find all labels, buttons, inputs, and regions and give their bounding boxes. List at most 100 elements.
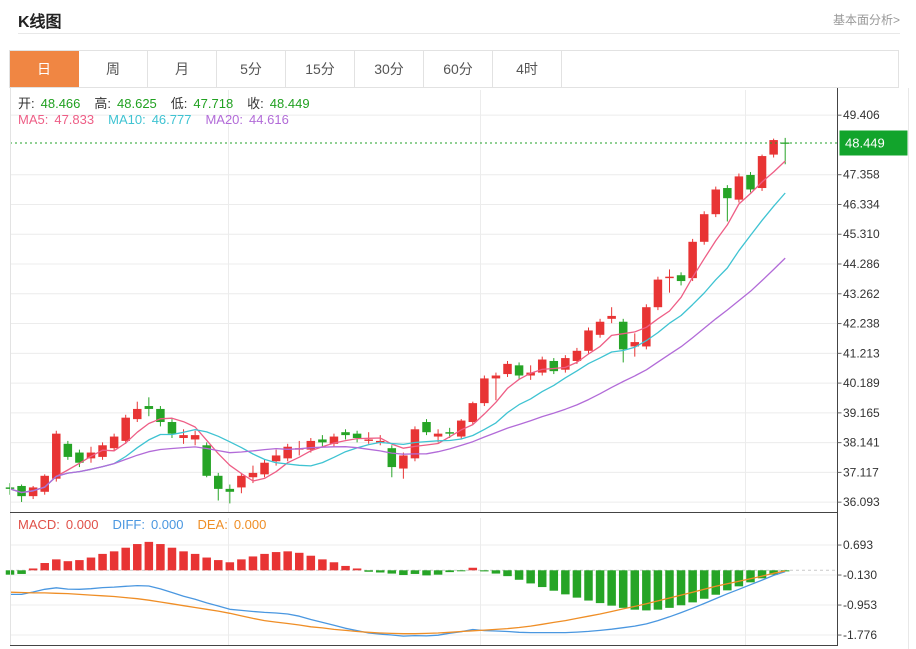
candle [341, 432, 350, 435]
ma20-line [10, 258, 785, 492]
macd-hist-bar [64, 561, 73, 570]
candle [665, 277, 674, 278]
candle [700, 214, 709, 242]
candle [769, 140, 778, 155]
candle [214, 476, 223, 489]
candle [179, 435, 188, 438]
macd-hist-bar [330, 562, 339, 570]
macd-hist-bar [272, 552, 281, 570]
y-axis-label: 43.262 [843, 287, 880, 301]
macd-hist-bar [17, 570, 26, 574]
macd-hist-bar [75, 560, 84, 570]
macd-hist-bar [550, 570, 559, 590]
candle [249, 473, 258, 477]
candle [550, 361, 559, 371]
macd-hist-bar [445, 570, 454, 572]
candle [272, 455, 281, 461]
candle [596, 322, 605, 335]
candle [237, 476, 246, 488]
candle [226, 489, 235, 492]
macd-hist-bar [40, 563, 49, 570]
macd-hist-bar [52, 559, 61, 570]
macd-hist-bar [457, 570, 466, 571]
ma10-line [10, 193, 785, 493]
y-axis-label: 41.213 [843, 346, 880, 360]
macd-hist-bar [145, 542, 154, 570]
candle [469, 403, 478, 422]
y-axis-label: 37.117 [843, 465, 879, 479]
candle [422, 422, 431, 432]
macd-hist-bar [596, 570, 605, 603]
macd-hist-bar [665, 570, 674, 608]
candle [64, 444, 73, 457]
candle [434, 434, 443, 437]
y-axis-label: -1.776 [843, 628, 877, 642]
macd-hist-bar [237, 559, 246, 570]
macd-hist-bar [700, 570, 709, 598]
candle [584, 330, 593, 350]
y-axis-label: 36.093 [843, 495, 880, 509]
macd-hist-bar [607, 570, 616, 605]
macd-hist-bar [214, 560, 223, 570]
macd-hist-bar [677, 570, 686, 605]
candle [758, 156, 767, 188]
macd-hist-bar [283, 551, 292, 570]
candle [318, 439, 327, 442]
macd-hist-bar [179, 551, 188, 570]
y-axis-label: 39.165 [843, 406, 880, 420]
macd-hist-bar [411, 570, 420, 574]
macd-hist-bar [318, 559, 327, 570]
candle [712, 189, 721, 214]
y-axis-label: 44.286 [843, 257, 880, 271]
macd-hist-bar [480, 570, 489, 571]
macd-hist-bar [399, 570, 408, 575]
macd-hist-bar [561, 570, 570, 594]
candle [353, 434, 362, 438]
macd-hist-bar [98, 554, 107, 570]
candle [202, 445, 211, 476]
macd-hist-bar [341, 566, 350, 570]
candle [260, 463, 269, 475]
macd-hist-bar [735, 570, 744, 586]
candle [445, 432, 454, 433]
macd-hist-bar [353, 568, 362, 570]
y-axis-label: -0.953 [843, 598, 877, 612]
candle [388, 448, 397, 467]
macd-hist-bar [156, 544, 165, 570]
candle [515, 365, 524, 375]
macd-hist-bar [584, 570, 593, 600]
macd-hist-bar [191, 554, 200, 570]
candle [746, 175, 755, 190]
current-price-badge-label: 48.449 [845, 136, 885, 151]
macd-hist-bar [307, 556, 316, 571]
candle [492, 376, 501, 379]
macd-hist-bar [688, 570, 697, 602]
macd-hist-bar [388, 570, 397, 573]
macd-hist-bar [619, 570, 628, 608]
y-axis-label: 45.310 [843, 227, 880, 241]
macd-hist-bar [249, 556, 258, 570]
macd-hist-bar [746, 570, 755, 582]
macd-hist-bar [29, 568, 38, 570]
candle [607, 316, 616, 319]
candle [145, 406, 154, 409]
candle [677, 275, 686, 281]
candle [110, 437, 119, 449]
macd-hist-bar [87, 558, 96, 571]
macd-hist-bar [434, 570, 443, 574]
macd-hist-bar [133, 544, 142, 570]
macd-hist-bar [654, 570, 663, 609]
macd-hist-bar [110, 551, 119, 570]
y-axis-label: 38.141 [843, 436, 880, 450]
kline-chart: 48.44949.40647.35846.33445.31044.28643.2… [0, 0, 916, 649]
macd-hist-bar [526, 570, 535, 583]
macd-hist-bar [469, 568, 478, 571]
y-axis-label: 49.406 [843, 108, 880, 122]
candle [654, 280, 663, 308]
macd-hist-bar [515, 570, 524, 579]
macd-hist-bar [295, 553, 304, 570]
macd-hist-bar [538, 570, 547, 587]
macd-hist-bar [712, 570, 721, 594]
y-axis-label: 42.238 [843, 317, 880, 331]
candle [52, 434, 61, 479]
